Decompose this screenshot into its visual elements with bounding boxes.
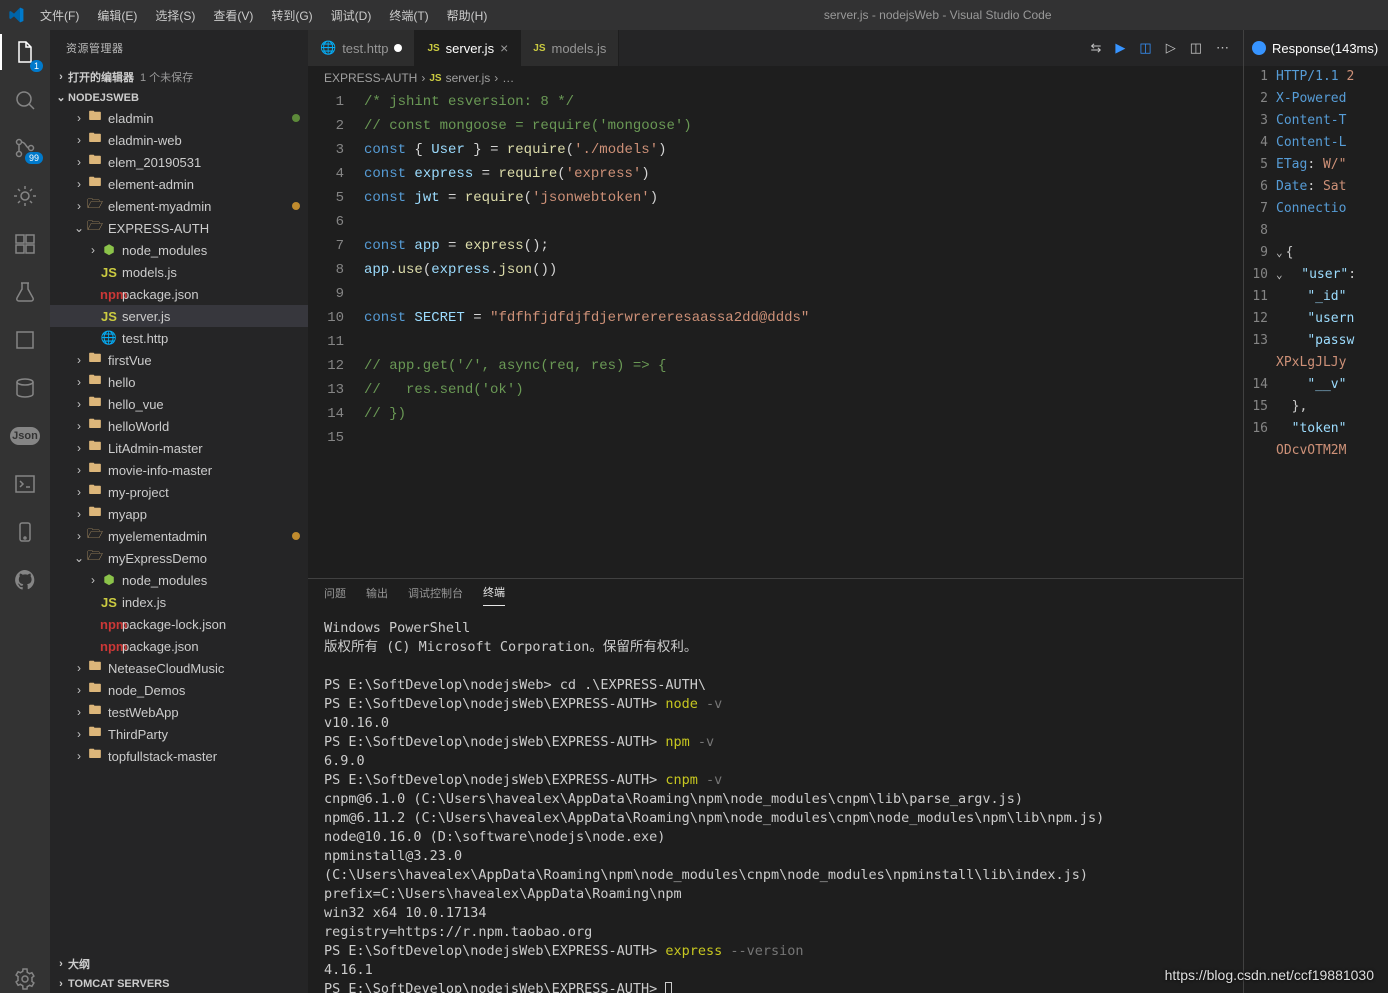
explorer-icon[interactable]: 1 (11, 38, 39, 66)
menu-item[interactable]: 编辑(E) (89, 3, 145, 28)
panel-tabs: 问题输出调试控制台终端 (308, 579, 1243, 611)
tree-item[interactable]: ›🖿hello_vue (50, 393, 308, 415)
tab-actions: ⇆ ▶ ◫ ▷ ◫ ⋯ (1077, 30, 1244, 66)
tree-item[interactable]: ›🖿NeteaseCloudMusic (50, 657, 308, 679)
run-icon[interactable]: ▶ (1115, 40, 1125, 56)
editor-tab[interactable]: JSmodels.js (521, 30, 619, 66)
search-icon[interactable] (11, 86, 39, 114)
debug-icon[interactable] (11, 182, 39, 210)
compare-icon[interactable]: ⇆ (1091, 40, 1102, 56)
panel-tab[interactable]: 终端 (483, 584, 505, 606)
device-icon[interactable] (11, 518, 39, 546)
tree-item[interactable]: ⌄🗁EXPRESS-AUTH (50, 217, 308, 239)
panel-tab[interactable]: 调试控制台 (408, 585, 463, 606)
editor-tab[interactable]: 🌐test.http (308, 30, 415, 66)
tree-item[interactable]: npmpackage-lock.json (50, 613, 308, 635)
menu-item[interactable]: 选择(S) (147, 3, 203, 28)
menu-item[interactable]: 调试(D) (323, 3, 380, 28)
tree-item[interactable]: ›🖿eladmin (50, 107, 308, 129)
panel-tab[interactable]: 输出 (366, 585, 388, 606)
titlebar: 文件(F)编辑(E)选择(S)查看(V)转到(G)调试(D)终端(T)帮助(H)… (0, 0, 1388, 30)
tree-item[interactable]: ›🖿hello (50, 371, 308, 393)
scm-badge: 99 (25, 152, 43, 164)
menu-item[interactable]: 查看(V) (205, 3, 261, 28)
source-control-icon[interactable]: 99 (11, 134, 39, 162)
console-icon[interactable] (11, 470, 39, 498)
tree-item[interactable]: ›🖿eladmin-web (50, 129, 308, 151)
tree-item[interactable]: JSserver.js (50, 305, 308, 327)
tree-item[interactable]: ›🖿element-admin (50, 173, 308, 195)
tree-item[interactable]: ›🖿firstVue (50, 349, 308, 371)
extensions-icon[interactable] (11, 230, 39, 258)
test-icon[interactable] (11, 278, 39, 306)
response-body[interactable]: 12345678910111213 141516 HTTP/1.1 2 X-Po… (1244, 66, 1388, 993)
tree-item[interactable]: ›🖿ThirdParty (50, 723, 308, 745)
line-gutter: 123456789101112131415 (308, 90, 364, 578)
open-changes-icon[interactable]: ◫ (1139, 40, 1151, 56)
modified-dot-icon (394, 44, 402, 52)
code-editor[interactable]: 123456789101112131415 /* jshint esversio… (308, 90, 1243, 578)
tree-item[interactable]: ›🖿LitAdmin-master (50, 437, 308, 459)
tree-item[interactable]: ›🖿my-project (50, 481, 308, 503)
activity-bar: 1 99 Json (0, 30, 50, 993)
window-title: server.js - nodejsWeb - Visual Studio Co… (495, 8, 1380, 22)
response-panel: Response(143ms) 12345678910111213 141516… (1243, 30, 1388, 993)
more-icon[interactable]: ⋯ (1216, 40, 1229, 56)
menu-item[interactable]: 文件(F) (32, 3, 87, 28)
tomcat-section[interactable]: ›TOMCAT SERVERS (50, 975, 308, 993)
tree-item[interactable]: ›⬢node_modules (50, 239, 308, 261)
sidebar: 资源管理器 ›打开的编辑器1 个未保存 ⌄NODEJSWEB ›🖿eladmin… (50, 30, 308, 993)
tree-item[interactable]: ›⬢node_modules (50, 569, 308, 591)
github-icon[interactable] (11, 566, 39, 594)
open-editors-section[interactable]: ›打开的编辑器1 个未保存 (50, 66, 308, 88)
response-icon (1252, 41, 1266, 55)
menu-item[interactable]: 终端(T) (381, 3, 436, 28)
json-icon[interactable]: Json (11, 422, 39, 450)
explorer-badge: 1 (30, 60, 43, 72)
tree-item[interactable]: ›🖿helloWorld (50, 415, 308, 437)
sidebar-title: 资源管理器 (50, 30, 308, 66)
outline-section[interactable]: ›大纲 (50, 953, 308, 975)
menu-bar: 文件(F)编辑(E)选择(S)查看(V)转到(G)调试(D)终端(T)帮助(H) (32, 3, 495, 28)
tree-item[interactable]: ⌄🗁myExpressDemo (50, 547, 308, 569)
editor-area: 🌐test.httpJSserver.js×JSmodels.js ⇆ ▶ ◫ … (308, 30, 1243, 993)
tree-item[interactable]: ›🖿elem_20190531 (50, 151, 308, 173)
tree-item[interactable]: npmpackage.json (50, 283, 308, 305)
tree-item[interactable]: ›🗁myelementadmin (50, 525, 308, 547)
tree-item[interactable]: ›🖿topfullstack-master (50, 745, 308, 767)
editor-tab[interactable]: JSserver.js× (415, 30, 521, 66)
settings-icon[interactable] (11, 965, 39, 993)
panel-tab[interactable]: 问题 (324, 585, 346, 606)
tree-item[interactable]: ›🗁element-myadmin (50, 195, 308, 217)
todo-icon[interactable] (11, 326, 39, 354)
file-tree: ›🖿eladmin›🖿eladmin-web›🖿elem_20190531›🖿e… (50, 107, 308, 953)
tree-item[interactable]: ›🖿node_Demos (50, 679, 308, 701)
tree-item[interactable]: ›🖿myapp (50, 503, 308, 525)
split-icon[interactable]: ◫ (1190, 40, 1202, 56)
editor-tabs: 🌐test.httpJSserver.js×JSmodels.js ⇆ ▶ ◫ … (308, 30, 1243, 66)
workspace-section[interactable]: ⌄NODEJSWEB (50, 88, 308, 107)
tree-item[interactable]: ›🖿movie-info-master (50, 459, 308, 481)
watermark: https://blog.csdn.net/ccf19881030 (1165, 967, 1374, 983)
database-icon[interactable] (11, 374, 39, 402)
response-tab[interactable]: Response(143ms) (1244, 30, 1388, 66)
breadcrumb[interactable]: EXPRESS-AUTH› JSserver.js› … (308, 66, 1243, 90)
tree-item[interactable]: npmpackage.json (50, 635, 308, 657)
close-icon[interactable]: × (500, 40, 508, 56)
vscode-logo-icon (8, 7, 24, 23)
terminal[interactable]: Windows PowerShell 版权所有 (C) Microsoft Co… (308, 611, 1243, 993)
menu-item[interactable]: 转到(G) (263, 3, 320, 28)
tree-item[interactable]: JSmodels.js (50, 261, 308, 283)
tree-item[interactable]: 🌐test.http (50, 327, 308, 349)
menu-item[interactable]: 帮助(H) (439, 3, 496, 28)
play-icon[interactable]: ▷ (1166, 40, 1176, 56)
tree-item[interactable]: JSindex.js (50, 591, 308, 613)
tree-item[interactable]: ›🖿testWebApp (50, 701, 308, 723)
bottom-panel: 问题输出调试控制台终端 Windows PowerShell 版权所有 (C) … (308, 578, 1243, 993)
